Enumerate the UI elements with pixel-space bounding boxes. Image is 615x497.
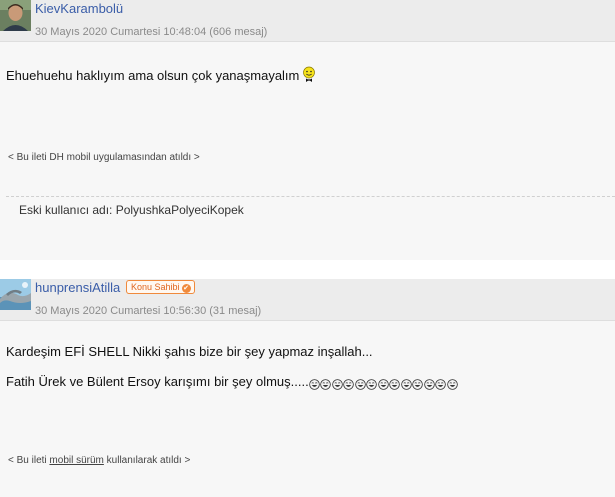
laughing-face-icon — [308, 379, 320, 390]
laughing-face-icon — [354, 379, 366, 390]
message-text: Fatih Ürek ve Bülent Ersoy karışımı bir … — [6, 374, 309, 389]
laughing-face-icon — [331, 379, 343, 390]
message-text: Ehuehuehu haklıyım ama olsun çok yanaşma… — [6, 68, 300, 83]
username-link[interactable]: KievKarambolü — [35, 1, 123, 16]
laughing-face-icon — [435, 379, 446, 390]
post-1: KievKarambolü 30 Mayıs 2020 Cumartesi 10… — [0, 0, 615, 260]
message-body: Ehuehuehu haklıyım ama olsun çok yanaşma… — [6, 66, 316, 87]
smiley-tuxedo-icon — [302, 66, 316, 87]
badge-label: Konu Sahibi — [131, 282, 180, 292]
footer-suffix: kullanılarak atıldı > — [103, 455, 191, 466]
mobile-version-link[interactable]: mobil sürüm — [49, 455, 103, 466]
post-timestamp: 30 Mayıs 2020 Cumartesi 10:48:04 (606 me… — [35, 26, 268, 38]
post-header: KievKarambolü 30 Mayıs 2020 Cumartesi 10… — [0, 0, 615, 42]
laughing-face-icon — [446, 379, 458, 390]
laughing-face-icon — [423, 379, 435, 390]
laughing-face-icon — [412, 379, 423, 390]
mobile-version-note: < Bu ileti mobil sürüm kullanılarak atıl… — [8, 455, 190, 466]
avatar[interactable] — [0, 0, 31, 31]
laughing-face-icon — [343, 379, 354, 390]
laughing-face-icon — [320, 379, 331, 390]
signature-divider — [6, 196, 615, 197]
post-timestamp: 30 Mayıs 2020 Cumartesi 10:56:30 (31 mes… — [35, 305, 262, 317]
signature: Eski kullanıcı adı: PolyushkaPolyeciKope… — [19, 203, 244, 217]
topic-owner-badge: Konu Sahibi ✔ — [126, 280, 195, 294]
emoji-row — [308, 376, 459, 391]
post-2: hunprensiAtilla Konu Sahibi ✔ 30 Mayıs 20… — [0, 279, 615, 497]
username-link[interactable]: hunprensiAtilla — [35, 280, 120, 295]
message-line-2: Fatih Ürek ve Bülent Ersoy karışımı bir … — [6, 374, 458, 391]
laughing-face-icon — [389, 379, 400, 390]
message-line-1: Kardeşim EFİ SHELL Nikki şahıs bize bir … — [6, 344, 373, 359]
footer-prefix: < Bu ileti — [8, 455, 50, 466]
laughing-face-icon — [377, 379, 389, 390]
check-icon: ✔ — [181, 284, 191, 293]
avatar[interactable] — [0, 279, 31, 310]
post-header: hunprensiAtilla Konu Sahibi ✔ 30 Mayıs 20… — [0, 279, 615, 321]
mobile-app-note: < Bu ileti DH mobil uygulamasından atıld… — [8, 152, 200, 163]
laughing-face-icon — [400, 379, 412, 390]
laughing-face-icon — [366, 379, 377, 390]
